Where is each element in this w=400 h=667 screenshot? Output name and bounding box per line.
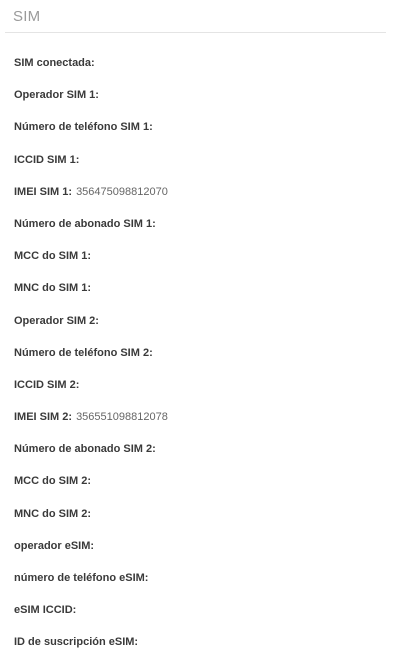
info-label: MCC do SIM 1: xyxy=(14,250,91,263)
section-divider xyxy=(5,32,386,33)
info-label: Número de teléfono SIM 1: xyxy=(14,121,153,134)
info-row-mcc-sim2: MCC do SIM 2: xyxy=(14,473,168,505)
info-row-subscriber-sim1: Número de abonado SIM 1: xyxy=(14,216,168,248)
info-row-phone-sim2: Número de teléfono SIM 2: xyxy=(14,345,168,377)
info-row-operator-esim: operador eSIM: xyxy=(14,538,168,570)
info-label: Número de abonado SIM 2: xyxy=(14,443,156,456)
info-row-imei-sim1: IMEI SIM 1: 356475098812070 xyxy=(14,184,168,216)
info-label: SIM conectada: xyxy=(14,57,95,69)
info-label: ID de suscripción eSIM: xyxy=(14,636,139,649)
info-label: MCC do SIM 2: xyxy=(14,475,91,488)
info-label: eSIM ICCID: xyxy=(14,604,77,617)
info-row-subscriber-sim2: Número de abonado SIM 2: xyxy=(14,441,168,473)
info-label: MNC do SIM 2: xyxy=(14,507,91,520)
sim-info-list: SIM conectada: Operador SIM 1: Número de… xyxy=(14,55,168,667)
section-title: SIM xyxy=(13,8,41,25)
info-row-mnc-sim2: MNC do SIM 2: xyxy=(14,506,168,538)
info-row-operator-sim2: Operador SIM 2: xyxy=(14,313,168,345)
info-label: MNC do SIM 1: xyxy=(14,282,91,295)
info-value: 356475098812070 xyxy=(76,185,168,198)
info-label: ICCID SIM 1: xyxy=(14,153,80,166)
info-row-sim-connected: SIM conectada: xyxy=(14,55,168,87)
info-row-subscription-id-esim: ID de suscripción eSIM: xyxy=(14,634,168,666)
info-row-iccid-sim1: ICCID SIM 1: xyxy=(14,152,168,184)
info-label: operador eSIM: xyxy=(14,539,95,552)
info-row-iccid-sim2: ICCID SIM 2: xyxy=(14,377,168,409)
info-label: Número de abonado SIM 1: xyxy=(14,217,156,230)
info-row-mnc-sim1: MNC do SIM 1: xyxy=(14,280,168,312)
info-row-imei-sim2: IMEI SIM 2: 356551098812078 xyxy=(14,409,168,441)
info-label: Operador SIM 1: xyxy=(14,89,99,102)
info-value: 356551098812078 xyxy=(76,411,168,424)
info-label: Número de teléfono SIM 2: xyxy=(14,346,153,359)
info-label: Operador SIM 2: xyxy=(14,314,99,327)
info-row-operator-sim1: Operador SIM 1: xyxy=(14,87,168,119)
info-row-phone-esim: número de teléfono eSIM: xyxy=(14,570,168,602)
info-row-mcc-sim1: MCC do SIM 1: xyxy=(14,248,168,280)
info-row-iccid-esim: eSIM ICCID: xyxy=(14,602,168,634)
info-label: ICCID SIM 2: xyxy=(14,378,80,391)
info-row-phone-sim1: Número de teléfono SIM 1: xyxy=(14,119,168,151)
sim-info-panel: SIM SIM conectada: Operador SIM 1: Númer… xyxy=(0,0,400,648)
info-label: número de teléfono eSIM: xyxy=(14,572,149,584)
info-label: IMEI SIM 1: xyxy=(14,185,73,198)
info-label: IMEI SIM 2: xyxy=(14,411,73,424)
